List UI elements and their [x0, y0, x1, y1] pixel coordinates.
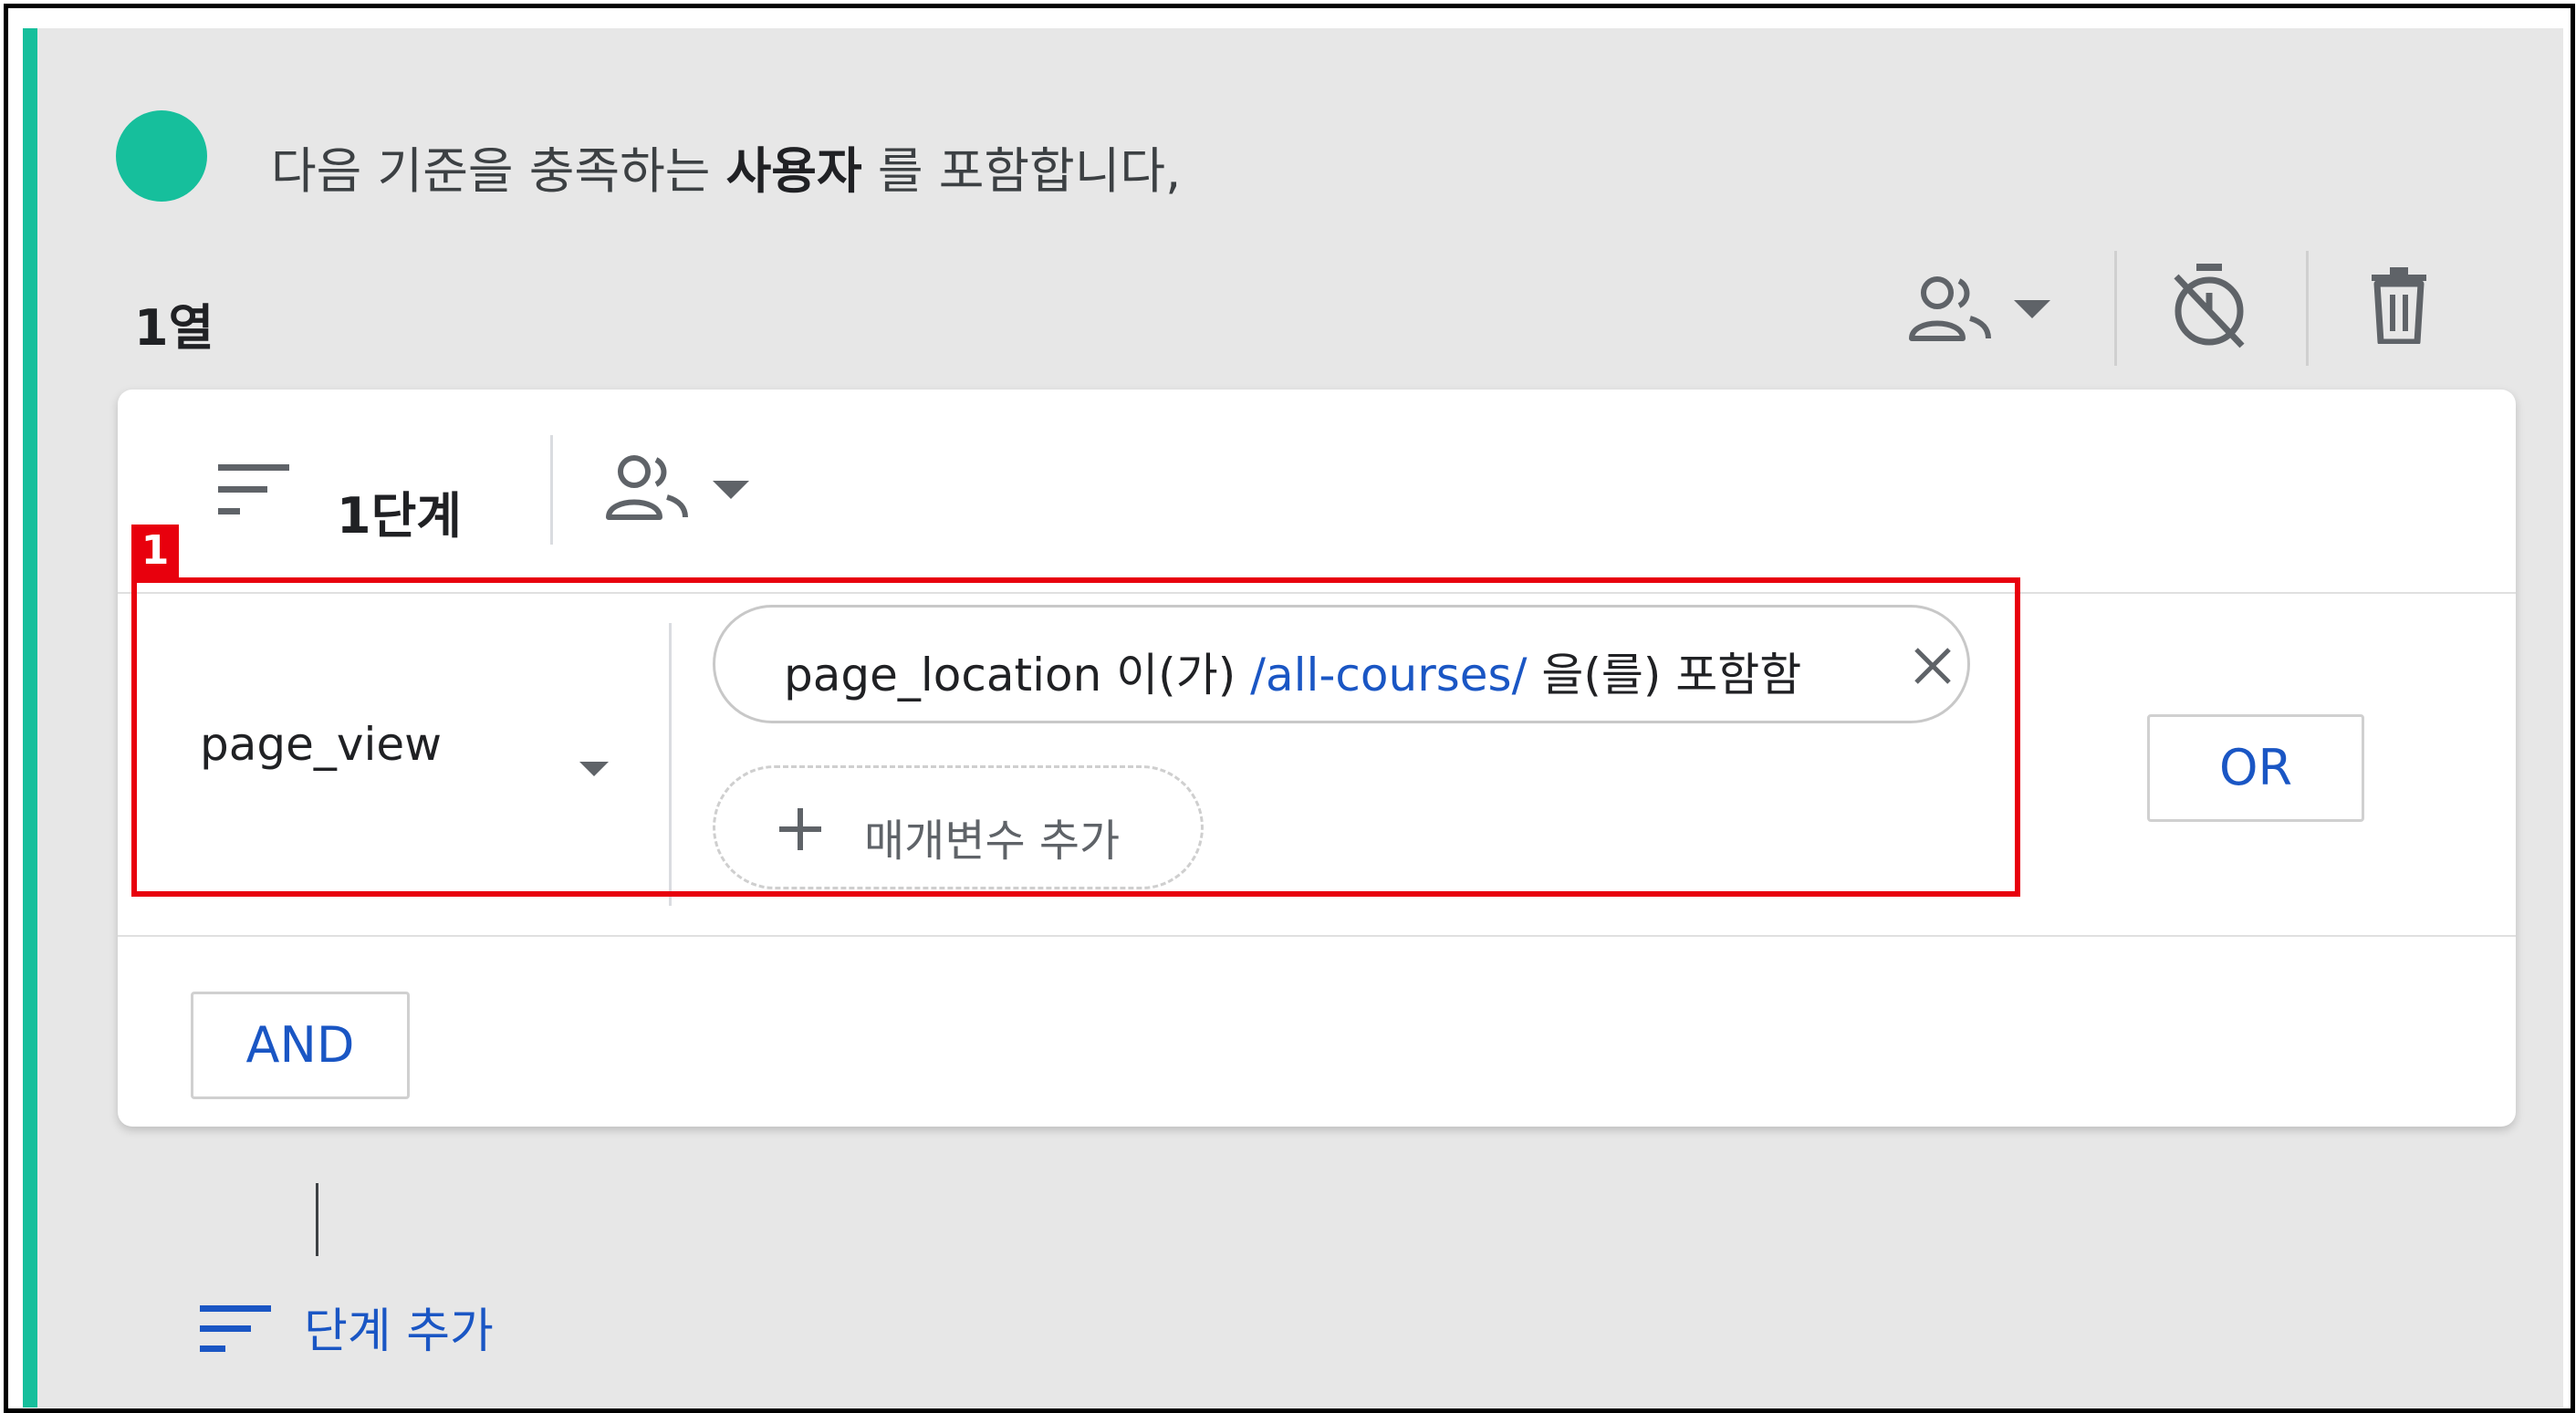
annotation-badge: 1	[131, 525, 179, 577]
and-button[interactable]: AND	[191, 992, 410, 1099]
chevron-down-icon[interactable]	[713, 481, 749, 499]
heading-scope: 사용자	[725, 142, 862, 200]
card-divider	[118, 935, 2516, 937]
screenshot-frame: 다음 기준을 충족하는 사용자 를 포함합니다, 1열 1단계 page_vie…	[4, 4, 2575, 1413]
trash-icon[interactable]	[2370, 267, 2428, 344]
annotation-highlight-box	[131, 577, 2020, 897]
heading-text-after: 를 포함합니다,	[877, 142, 1182, 200]
filter-list-icon[interactable]	[200, 1304, 271, 1355]
or-button[interactable]: OR	[2147, 714, 2364, 822]
chevron-down-icon[interactable]	[2014, 300, 2050, 318]
column-label: 1열	[134, 299, 214, 357]
status-dot	[116, 110, 207, 202]
add-step-button[interactable]: 단계 추가	[304, 1293, 494, 1361]
people-icon[interactable]	[603, 453, 691, 523]
timer-off-icon[interactable]	[2171, 262, 2247, 349]
people-icon[interactable]	[1906, 275, 1994, 344]
condition-heading: 다음 기준을 충족하는 사용자 를 포함합니다,	[271, 130, 1181, 203]
toolbar-divider	[2114, 251, 2117, 366]
step-header-divider	[550, 435, 553, 545]
heading-text-before: 다음 기준을 충족하는	[271, 142, 711, 200]
toolbar-divider	[2306, 251, 2309, 366]
step-label: 1단계	[337, 487, 462, 545]
filter-list-icon	[218, 462, 289, 517]
step-connector	[316, 1183, 318, 1256]
